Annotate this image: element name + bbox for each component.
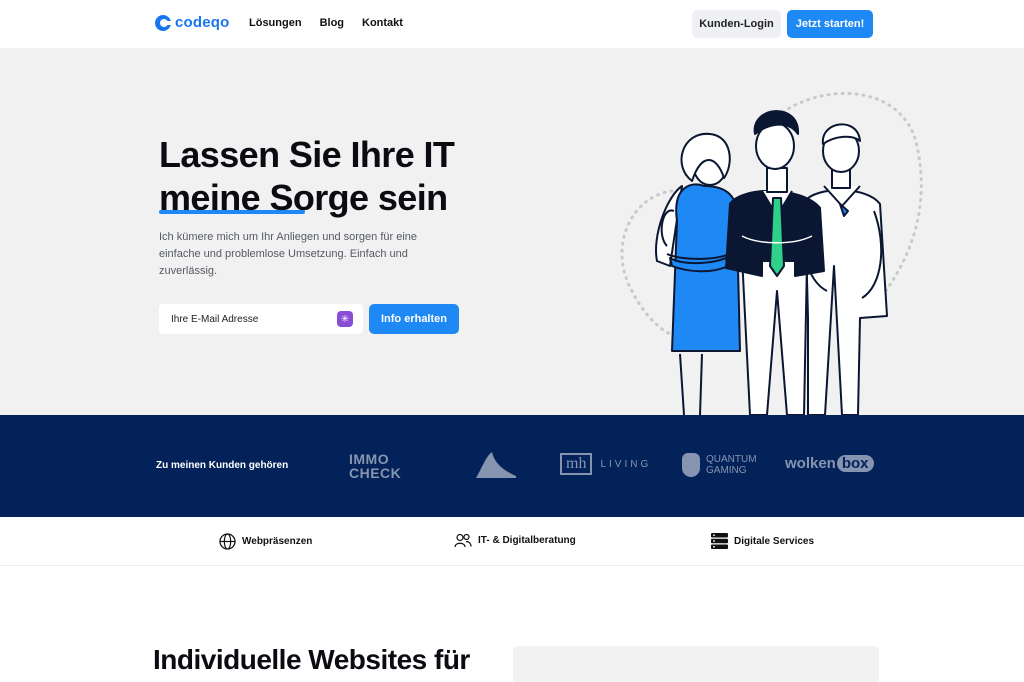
users-icon [454, 533, 472, 548]
globe-icon [219, 533, 236, 550]
wolken-text: wolken [785, 455, 836, 472]
immocheck-line2: CHECK [349, 465, 402, 481]
service-digitale-services[interactable]: Digitale Services [711, 533, 814, 549]
top-navigation: codeqo Lösungen Blog Kontakt Kunden-Logi… [0, 0, 1024, 48]
section-heading: Individuelle Websites für [153, 644, 470, 675]
nav-link-blog[interactable]: Blog [320, 17, 344, 29]
nav-link-loesungen[interactable]: Lösungen [249, 17, 302, 29]
email-field[interactable] [171, 313, 331, 325]
email-field-wrapper: ✳ [159, 304, 363, 334]
brand-logo-icon [155, 14, 172, 31]
brand-logo[interactable]: codeqo [155, 14, 230, 31]
customer-login-button[interactable]: Kunden-Login [692, 10, 781, 38]
nav-link-kontakt[interactable]: Kontakt [362, 17, 403, 29]
clients-band: Zu meinen Kunden gehören IMMO CHECK mh L… [0, 415, 1024, 517]
quantum-line1: QUANTUM [706, 454, 757, 465]
immocheck-line1: IMMO [349, 451, 390, 467]
mh-mark: mh [560, 453, 593, 475]
client-logo-wave-icon [476, 452, 516, 478]
get-started-button[interactable]: Jetzt starten! [787, 10, 873, 38]
main-nav: Lösungen Blog Kontakt [249, 17, 403, 29]
box-text: box [836, 455, 874, 472]
hero-section: Lassen Sie Ihre IT meine Sorge sein Ich … [0, 48, 1024, 415]
service-digitalberatung[interactable]: IT- & Digitalberatung [454, 533, 576, 548]
services-bar: Webpräsenzen IT- & Digitalberatung Digit… [0, 517, 1024, 566]
quantum-line2: GAMING [706, 465, 747, 476]
hero-headline: Lassen Sie Ihre IT meine Sorge sein [159, 133, 455, 219]
hero-subtitle: Ich kümere mich um Ihr Anliegen und sorg… [159, 231, 418, 277]
service-label: IT- & Digitalberatung [478, 535, 576, 546]
info-request-button[interactable]: Info erhalten [369, 304, 459, 334]
mh-living-text: LIVING [600, 458, 652, 470]
brand-logo-text: codeqo [175, 14, 230, 31]
client-logo-immocheck: IMMO CHECK [349, 452, 401, 480]
team-illustration [620, 92, 923, 415]
client-logo-quantum-gaming: QUANTUM GAMING [682, 453, 757, 477]
clients-label: Zu meinen Kunden gehören [156, 460, 289, 471]
headline-underline [159, 210, 305, 214]
password-manager-icon[interactable]: ✳ [337, 311, 353, 327]
client-logo-wolkenbox: wolken box [785, 455, 874, 472]
quantum-shield-icon [682, 453, 700, 477]
service-label: Digitale Services [734, 535, 815, 547]
hero-headline-line1: Lassen Sie Ihre IT [159, 134, 455, 175]
server-icon [711, 533, 728, 549]
service-label: Webpräsenzen [242, 536, 313, 547]
client-logo-mh-living: mh LIVING [560, 453, 651, 475]
section-media-placeholder [513, 646, 879, 682]
service-webpraesenzen[interactable]: Webpräsenzen [219, 533, 312, 550]
